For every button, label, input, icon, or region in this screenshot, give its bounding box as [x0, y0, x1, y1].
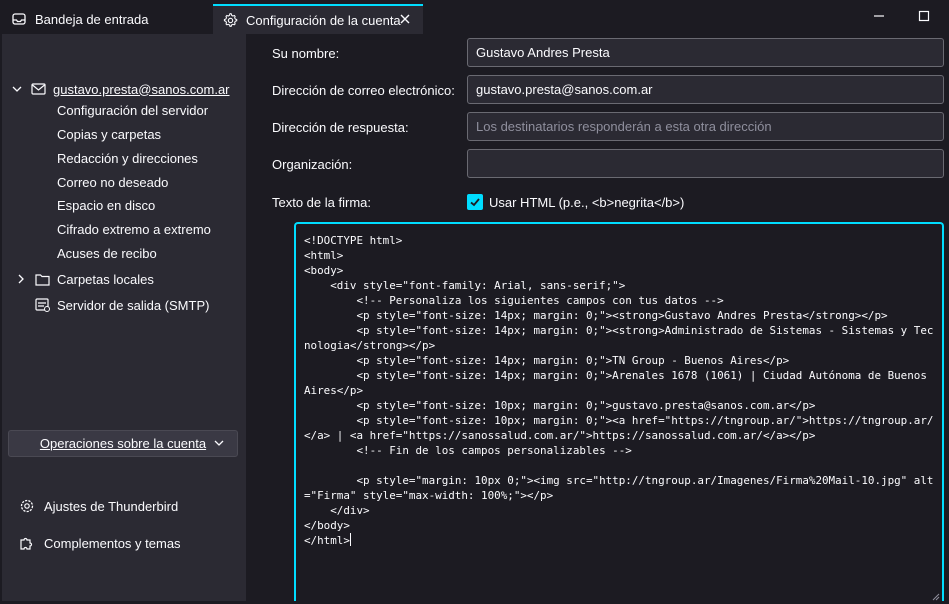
checkmark-icon [470, 198, 480, 207]
account-actions-label: Operaciones sobre la cuenta [39, 436, 207, 451]
sidebar-item-composition[interactable]: Redacción y direcciones [57, 148, 198, 170]
chevron-right-icon[interactable] [14, 272, 28, 286]
sidebar-item-smtp[interactable]: Servidor de salida (SMTP) [34, 293, 209, 317]
organization-field[interactable] [467, 149, 944, 178]
folder-icon [34, 271, 50, 287]
mail-account-icon [30, 81, 46, 97]
addons-themes-link[interactable]: Complementos y temas [18, 531, 181, 555]
reply-to-label: Dirección de respuesta: [272, 120, 409, 135]
local-folders-label: Carpetas locales [57, 271, 154, 287]
gear-icon [222, 12, 238, 28]
email-field[interactable]: gustavo.presta@sanos.com.ar [467, 75, 944, 104]
name-field[interactable]: Gustavo Andres Presta [467, 38, 944, 67]
account-settings-pane: Su nombre: Gustavo Andres Presta Direcci… [246, 34, 949, 601]
maximize-icon[interactable] [916, 8, 932, 24]
sidebar-item-local-folders[interactable]: Carpetas locales [14, 267, 154, 291]
signature-text: <!DOCTYPE html> <html> <body> <div style… [304, 234, 934, 547]
signature-textarea[interactable]: <!DOCTYPE html> <html> <body> <div style… [294, 222, 944, 601]
resize-grip-icon[interactable] [930, 589, 940, 601]
sidebar-item-receipts[interactable]: Acuses de recibo [57, 243, 157, 265]
use-html-checkbox[interactable] [467, 194, 483, 210]
outgoing-server-icon [34, 297, 50, 313]
tab-label: Configuración de la cuenta [246, 12, 401, 28]
chevron-down-icon [213, 437, 225, 449]
addons-label: Complementos y temas [44, 535, 181, 551]
settings-label: Ajustes de Thunderbird [44, 498, 179, 514]
sidebar-item-copies-folders[interactable]: Copias y carpetas [57, 124, 161, 146]
minimize-icon[interactable] [871, 8, 887, 24]
sidebar-item-junk[interactable]: Correo no deseado [57, 172, 168, 194]
account-actions-button[interactable]: Operaciones sobre la cuenta [8, 430, 238, 457]
gear-icon [18, 497, 36, 515]
inbox-icon [11, 11, 27, 27]
sidebar-item-disk-space[interactable]: Espacio en disco [57, 195, 155, 217]
close-icon[interactable] [397, 11, 413, 27]
sidebar-item-e2e-encryption[interactable]: Cifrado extremo a extremo [57, 219, 211, 241]
tab-label: Bandeja de entrada [35, 11, 149, 27]
use-html-label: Usar HTML (p.e., <b>negrita</b>) [489, 194, 685, 210]
chevron-down-icon[interactable] [10, 82, 24, 96]
account-label: gustavo.presta@sanos.com.ar [53, 81, 230, 97]
text-caret [349, 533, 351, 546]
tab-account-settings[interactable]: Configuración de la cuenta [213, 4, 423, 34]
email-label: Dirección de correo electrónico: [272, 83, 455, 98]
signature-label: Texto de la firma: [272, 195, 371, 210]
name-label: Su nombre: [272, 46, 340, 61]
smtp-label: Servidor de salida (SMTP) [57, 297, 210, 313]
thunderbird-settings-link[interactable]: Ajustes de Thunderbird [18, 494, 178, 518]
tab-inbox[interactable]: Bandeja de entrada [0, 4, 212, 34]
organization-label: Organización: [272, 157, 353, 172]
reply-to-field[interactable]: Los destinatarios responderán a esta otr… [467, 112, 944, 141]
sidebar-item-server-settings[interactable]: Configuración del servidor [57, 100, 208, 122]
account-sidebar: gustavo.presta@sanos.com.ar Configuració… [2, 34, 246, 601]
account-tree-item[interactable]: gustavo.presta@sanos.com.ar [10, 76, 238, 102]
puzzle-icon [18, 534, 36, 552]
use-html-checkbox-row[interactable]: Usar HTML (p.e., <b>negrita</b>) [467, 192, 684, 212]
tab-bar: Bandeja de entrada Configuración de la c… [0, 0, 949, 34]
